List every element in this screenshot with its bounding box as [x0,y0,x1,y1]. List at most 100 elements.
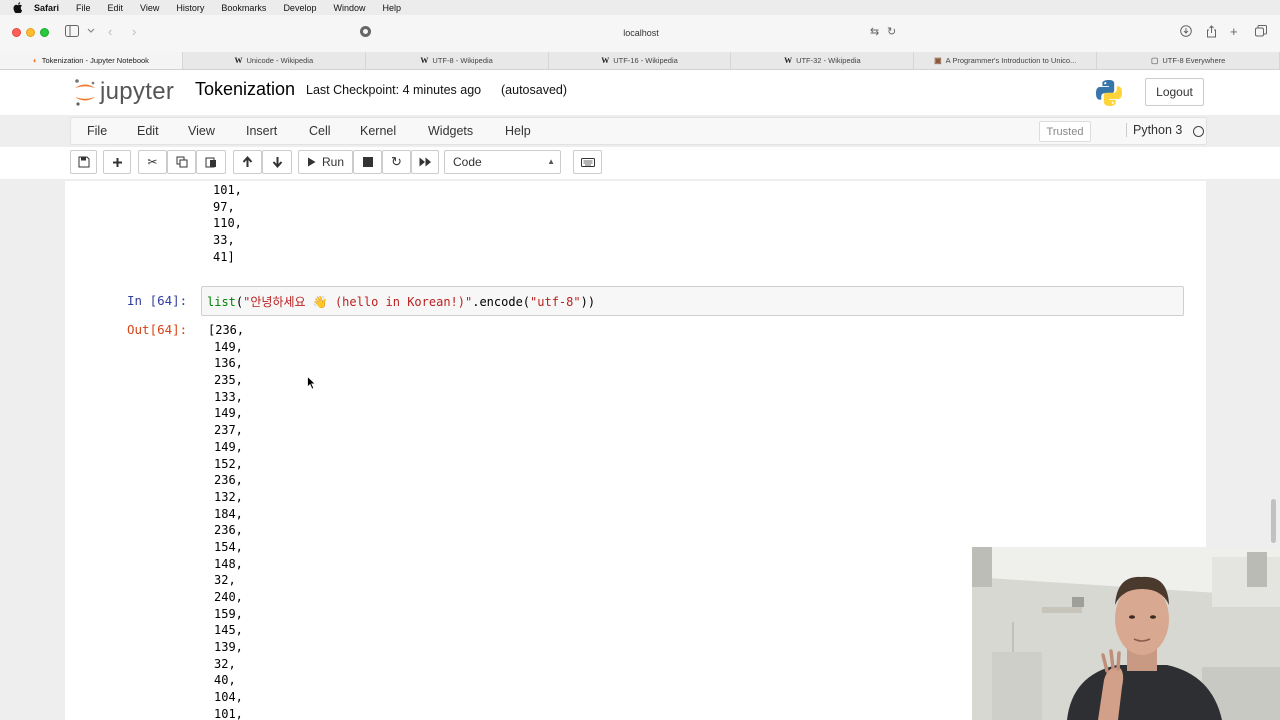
output-line: [236, [208,323,245,337]
menu-file[interactable]: File [76,3,91,13]
tab-programmers-intro-unicode[interactable]: ▣ A Programmer's Introduction to Unico..… [914,52,1098,69]
new-tab-icon[interactable]: + [1230,25,1238,39]
insert-cell-button[interactable] [103,150,131,174]
tab-utf8-everywhere[interactable]: ▢ UTF-8 Everywhere [1097,52,1280,69]
privacy-shield-icon[interactable] [359,25,372,41]
vertical-scrollbar[interactable] [1271,499,1276,543]
move-down-button[interactable] [262,150,292,174]
tab-utf8-wikipedia[interactable]: W UTF-8 - Wikipedia [366,52,549,69]
notebook-title[interactable]: Tokenization [195,79,295,100]
translate-icon[interactable]: ⇆ [870,25,879,39]
previous-cell-output: 101, 97, 110, 33, 41] [213,182,242,265]
jupyter-logo-icon [75,79,95,106]
paste-button[interactable] [196,150,226,174]
share-icon[interactable] [1206,25,1217,41]
output-line: 40, [214,673,236,688]
tab-utf16-wikipedia[interactable]: W UTF-16 - Wikipedia [549,52,732,69]
move-up-button[interactable] [233,150,262,174]
back-icon[interactable]: ‹ [108,25,112,39]
output-line: 149, [214,406,243,421]
output-line: 97, [213,199,235,214]
output-line: 240, [214,590,243,604]
nb-menu-file[interactable]: File [87,124,107,138]
url-text: localhost [623,28,659,38]
cut-button[interactable]: ✂ [138,150,167,174]
fast-forward-icon [419,157,431,167]
run-button[interactable]: Run [298,150,353,174]
plus-icon [112,157,122,167]
nb-menu-help[interactable]: Help [505,124,531,138]
output-line: 136, [214,356,243,371]
tab-label: Tokenization - Jupyter Notebook [41,56,149,65]
restart-run-all-button[interactable] [411,150,439,174]
output-line: 159, [214,606,243,621]
output-line: 104, [214,690,243,705]
menu-history[interactable]: History [176,3,204,13]
address-bar[interactable]: localhost [381,24,901,44]
output-line: 110, [213,216,242,231]
window-minimize-button[interactable] [26,28,35,37]
output-line: 139, [214,640,243,655]
menu-app-name[interactable]: Safari [34,3,59,13]
chevron-down-icon[interactable] [87,25,95,40]
wikipedia-icon: W [601,56,610,65]
menu-bookmarks[interactable]: Bookmarks [221,3,266,13]
nb-menu-widgets[interactable]: Widgets [428,124,473,138]
tab-label: UTF-8 Everywhere [1162,56,1226,65]
window-close-button[interactable] [12,28,21,37]
output-line: 33, [213,233,235,248]
nb-menu-cell[interactable]: Cell [309,124,331,138]
nb-menu-view[interactable]: View [188,124,215,138]
menu-edit[interactable]: Edit [108,3,124,13]
window-zoom-button[interactable] [40,28,49,37]
code-cell-input[interactable]: list("안녕하세요 👋 (hello in Korean!)".encode… [201,286,1184,316]
keyboard-icon [580,157,595,167]
output-line: 236, [214,473,243,488]
tab-unicode-wikipedia[interactable]: W Unicode - Wikipedia [183,52,366,69]
apple-icon[interactable] [12,2,24,14]
cell-output: [236, 149, 136, 235, 133, 149, 237, 149,… [208,322,244,720]
jupyter-icon: ◐ [32,56,38,65]
jupyter-logo[interactable]: jupyter [73,76,183,108]
sidebar-icon[interactable] [65,25,79,40]
restart-kernel-button[interactable]: ↻ [382,150,411,174]
tab-label: UTF-8 - Wikipedia [432,56,493,65]
nb-menu-kernel[interactable]: Kernel [360,124,396,138]
nb-menu-insert[interactable]: Insert [246,124,277,138]
presenter-video-image [972,547,1280,720]
menu-develop[interactable]: Develop [283,3,316,13]
copy-button[interactable] [167,150,196,174]
trusted-badge[interactable]: Trusted [1039,121,1091,142]
forward-icon[interactable]: › [132,25,136,39]
tab-overview-icon[interactable] [1255,25,1267,40]
reload-icon[interactable]: ↻ [887,25,896,39]
output-prompt: Out[64]: [127,322,188,337]
tab-label: UTF-16 - Wikipedia [613,56,678,65]
command-palette-button[interactable] [573,150,602,174]
downloads-icon[interactable] [1180,25,1192,40]
jupyter-header: jupyter Tokenization Last Checkpoint: 4 … [0,70,1280,115]
notebook-toolbar: ✂ Run ↻ Code ▲▼ [0,147,1280,188]
output-line: 237, [214,423,243,438]
output-line: 236, [214,523,243,538]
cell-type-select[interactable]: Code ▲▼ [444,150,561,188]
menu-help[interactable]: Help [382,3,401,13]
logout-button[interactable]: Logout [1145,78,1204,106]
wikipedia-icon: W [420,56,429,65]
menu-window[interactable]: Window [333,3,365,13]
output-line: 101, [214,706,243,720]
output-line: 32, [214,656,236,671]
tab-label: A Programmer's Introduction to Unico... [945,56,1077,65]
save-button[interactable] [70,150,97,174]
nb-menu-edit[interactable]: Edit [137,124,159,138]
tab-utf32-wikipedia[interactable]: W UTF-32 - Wikipedia [731,52,915,69]
tab-label: UTF-32 - Wikipedia [796,56,861,65]
output-line: 133, [214,389,243,404]
output-line: 101, [213,183,242,197]
interrupt-kernel-button[interactable] [353,150,382,174]
output-line: 154, [214,539,243,554]
browser-toolbar: ‹ › localhost ⇆ ↻ + [0,15,1280,52]
arrow-up-icon [242,156,253,167]
menu-view[interactable]: View [140,3,159,13]
tab-tokenization[interactable]: ◐ Tokenization - Jupyter Notebook [0,52,183,69]
